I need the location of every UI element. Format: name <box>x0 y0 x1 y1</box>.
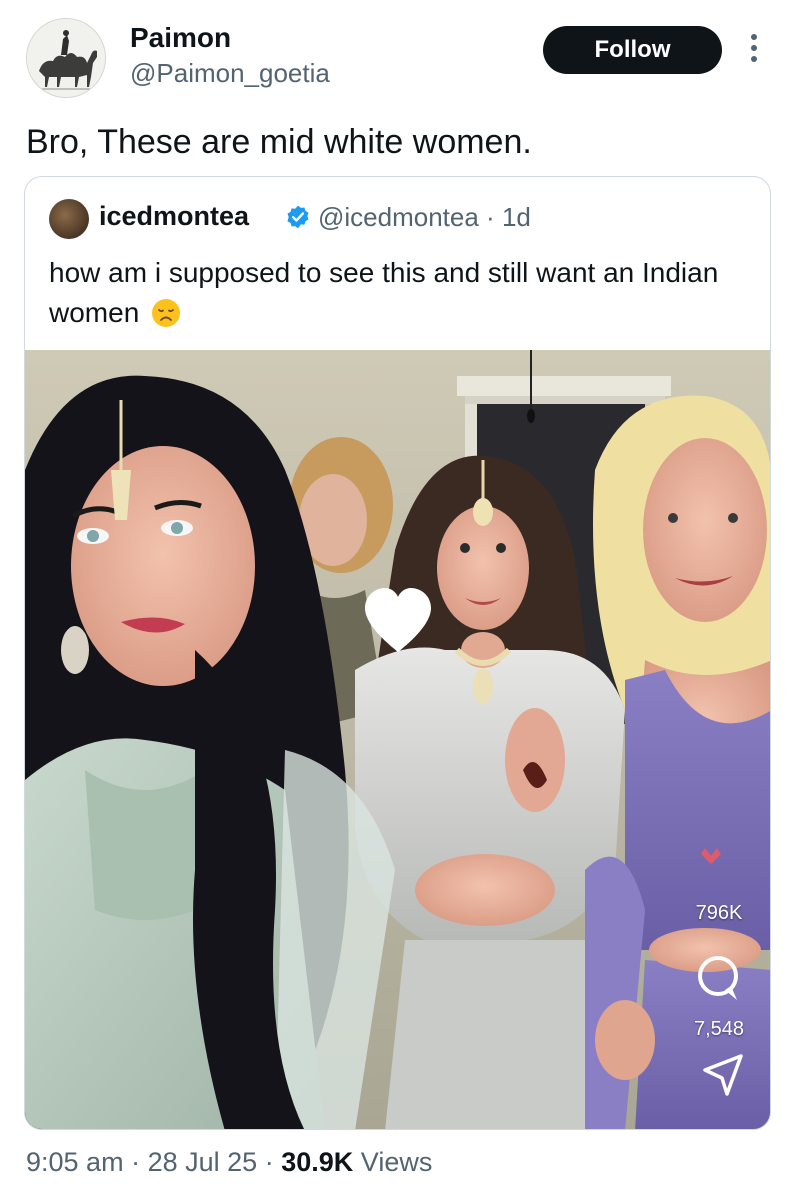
quoted-media[interactable]: 796K 7,548 <box>25 350 770 1129</box>
author-avatar[interactable] <box>26 18 106 98</box>
quoted-author-name[interactable]: icedmontea <box>99 201 249 232</box>
tweet-text: Bro, These are mid white women. <box>26 123 532 161</box>
quoted-author-handle[interactable]: @icedmontea <box>318 202 479 232</box>
separator-dot: · <box>131 1147 141 1177</box>
like-count: 796K <box>695 902 743 924</box>
verified-badge-icon <box>287 205 309 229</box>
author-handle[interactable]: @Paimon_goetia <box>130 58 330 89</box>
author-name[interactable]: Paimon <box>130 22 231 54</box>
quoted-handle-line: @icedmontea · 1d <box>318 202 531 233</box>
quoted-text: how am i supposed to see this and still … <box>49 257 719 328</box>
tweet-header: Paimon @Paimon_goetia Follow <box>0 0 795 110</box>
comment-count: 7,548 <box>693 1018 745 1040</box>
separator-dot: · <box>486 202 495 232</box>
quoted-author-avatar[interactable] <box>49 199 89 239</box>
tweet-date[interactable]: 28 Jul 25 <box>148 1147 258 1177</box>
tweet-time[interactable]: 9:05 am <box>26 1147 124 1177</box>
follow-button[interactable]: Follow <box>543 26 722 74</box>
engraving-camel-avatar-icon <box>27 19 105 97</box>
views-label: Views <box>360 1147 433 1177</box>
views-count: 30.9K <box>281 1147 354 1177</box>
more-vertical-icon[interactable] <box>744 34 764 68</box>
disappointed-face-icon <box>152 299 181 327</box>
separator-dot: · <box>264 1147 274 1177</box>
quoted-tweet[interactable]: icedmontea @icedmontea · 1d how am i sup… <box>24 176 771 1130</box>
quoted-age[interactable]: 1d <box>502 202 531 232</box>
video-still-image <box>25 350 770 1129</box>
quoted-text-block: how am i supposed to see this and still … <box>49 253 739 333</box>
tweet-meta: 9:05 am · 28 Jul 25 · 30.9K Views <box>26 1147 432 1178</box>
